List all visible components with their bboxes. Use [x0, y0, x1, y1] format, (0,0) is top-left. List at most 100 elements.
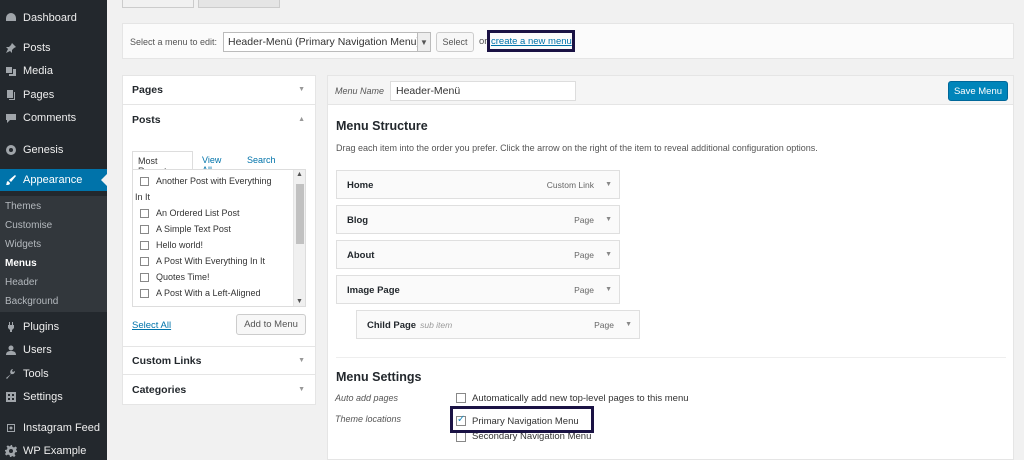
sidebar-item-label: WP Example	[23, 445, 87, 457]
menu-select-value: Header-Menü (Primary Navigation Menu)	[228, 36, 420, 48]
accordion-posts[interactable]: Posts ▲	[123, 106, 315, 135]
sidebar-item-label: Tools	[23, 368, 49, 380]
tab-manage-locations[interactable]	[198, 0, 280, 8]
auto-add-label: Auto add pages	[335, 393, 399, 403]
menu-item-home[interactable]: Home Custom Link ▼	[336, 170, 620, 199]
submenu-item-menus[interactable]: Menus	[5, 258, 37, 269]
sidebar-item-label: Plugins	[23, 321, 60, 333]
submenu-item-themes[interactable]: Themes	[5, 201, 41, 212]
tab-search[interactable]: Search	[242, 151, 281, 170]
accordion-title: Categories	[132, 384, 187, 396]
divider	[336, 357, 1006, 358]
menu-structure-title: Menu Structure	[336, 119, 428, 133]
caret-down-icon[interactable]: ▼	[605, 286, 612, 293]
genesis-icon	[4, 144, 17, 157]
caret-down-icon[interactable]: ▼	[605, 216, 612, 223]
menu-item-about[interactable]: About Page ▼	[336, 240, 620, 269]
sidebar-item-label: Posts	[23, 42, 51, 54]
menu-name-label: Menu Name	[335, 86, 385, 96]
sidebar-item-users[interactable]: Users	[0, 339, 107, 361]
post-checkbox[interactable]	[140, 225, 149, 234]
sidebar-item-tools[interactable]: Tools	[0, 363, 107, 385]
post-checkbox[interactable]	[140, 241, 149, 250]
select-menu-label: Select a menu to edit:	[130, 37, 218, 47]
sidebar-item-label: Instagram Feed	[23, 422, 101, 434]
sidebar-item-posts[interactable]: Posts	[0, 37, 107, 59]
tab-edit-menus[interactable]	[122, 0, 194, 8]
sidebar-item-settings[interactable]: Settings	[0, 386, 107, 408]
sidebar-item-instagram-feed[interactable]: Instagram Feed	[0, 417, 107, 439]
post-checkbox[interactable]	[140, 177, 149, 186]
menu-structure-description: Drag each item into the order you prefer…	[336, 143, 818, 153]
menu-select-dropdown[interactable]: Header-Menü (Primary Navigation Menu) ▼	[223, 32, 431, 52]
menu-editor-header: Menu Name Header-Menü Save Menu	[328, 76, 1013, 105]
auto-add-checkbox[interactable]	[456, 393, 466, 403]
sidebar-item-plugins[interactable]: Plugins	[0, 316, 107, 338]
scroll-up-icon[interactable]: ▲	[296, 171, 303, 178]
sidebar-item-dashboard[interactable]: Dashboard	[0, 7, 107, 29]
pin-icon	[4, 42, 17, 55]
post-checkbox[interactable]	[140, 273, 149, 282]
accordion-title: Posts	[132, 114, 161, 126]
wrench-icon	[4, 368, 17, 381]
menu-item-child-page[interactable]: Child Page sub item Page ▼	[356, 310, 640, 339]
post-checklist: Another Post with Everything In It An Or…	[132, 169, 306, 307]
sub-item-label: sub item	[420, 320, 453, 330]
post-list-scrollbar[interactable]: ▲ ▼	[293, 170, 305, 306]
post-checkbox[interactable]	[140, 209, 149, 218]
theme-locations-label: Theme locations	[335, 414, 402, 424]
submenu-item-widgets[interactable]: Widgets	[5, 239, 41, 250]
sidebar-item-label: Pages	[23, 89, 55, 101]
sidebar-item-wp-example[interactable]: WP Example	[0, 440, 107, 460]
comment-icon	[4, 112, 17, 125]
sidebar-item-media[interactable]: Media	[0, 60, 107, 82]
tab-most-recent[interactable]: Most Recent	[132, 151, 193, 176]
tab-view-all[interactable]: View All	[197, 151, 226, 175]
select-all-link[interactable]: Select All	[132, 320, 171, 331]
caret-down-icon: ▼	[298, 86, 305, 93]
sidebar-item-label: Genesis	[23, 144, 64, 156]
instagram-icon	[4, 422, 17, 435]
sidebar-item-genesis[interactable]: Genesis	[0, 139, 107, 161]
accordion-title: Custom Links	[132, 355, 202, 367]
caret-down-icon: ▼	[298, 357, 305, 364]
menu-name-input[interactable]: Header-Menü	[390, 81, 576, 101]
secondary-location-checkbox[interactable]	[456, 432, 466, 442]
appearance-submenu: Themes Customise Widgets Menus Header Ba…	[0, 196, 107, 312]
caret-down-icon[interactable]: ▼	[605, 181, 612, 188]
sidebar-item-comments[interactable]: Comments	[0, 107, 107, 129]
submenu-item-customise[interactable]: Customise	[5, 220, 52, 231]
accordion-title: Pages	[132, 84, 163, 96]
caret-down-icon: ▼	[298, 386, 305, 393]
chevron-down-icon: ▼	[417, 33, 430, 51]
plug-icon	[4, 321, 17, 334]
menu-item-image-page[interactable]: Image Page Page ▼	[336, 275, 620, 304]
scrollbar-thumb[interactable]	[296, 184, 304, 244]
accordion-categories[interactable]: Categories ▼	[123, 376, 315, 405]
sidebar-item-pages[interactable]: Pages	[0, 84, 107, 106]
menu-item-blog[interactable]: Blog Page ▼	[336, 205, 620, 234]
scroll-down-icon[interactable]: ▼	[296, 298, 303, 305]
brush-icon	[4, 174, 17, 187]
sidebar-item-label: Users	[23, 344, 52, 356]
post-checkbox[interactable]	[140, 289, 149, 298]
submenu-item-background[interactable]: Background	[5, 296, 58, 307]
page-icon	[4, 89, 17, 102]
sidebar-item-label: Settings	[23, 391, 63, 403]
gear-icon	[4, 445, 17, 458]
sidebar-item-appearance[interactable]: Appearance	[0, 169, 107, 191]
caret-down-icon[interactable]: ▼	[625, 321, 632, 328]
highlight-box-create-link	[487, 30, 575, 52]
accordion-pages[interactable]: Pages ▼	[123, 76, 315, 105]
media-icon	[4, 65, 17, 78]
sidebar-item-label: Appearance	[23, 174, 83, 186]
post-checkbox[interactable]	[140, 257, 149, 266]
caret-down-icon[interactable]: ▼	[605, 251, 612, 258]
add-to-menu-button[interactable]: Add to Menu	[236, 314, 306, 335]
accordion-custom-links[interactable]: Custom Links ▼	[123, 346, 315, 375]
menu-settings-title: Menu Settings	[336, 370, 422, 384]
admin-sidebar: Dashboard Posts Media Pages Comments Gen…	[0, 0, 107, 460]
submenu-item-header[interactable]: Header	[5, 277, 38, 288]
save-menu-button[interactable]: Save Menu	[948, 81, 1008, 101]
select-button[interactable]: Select	[436, 32, 474, 52]
